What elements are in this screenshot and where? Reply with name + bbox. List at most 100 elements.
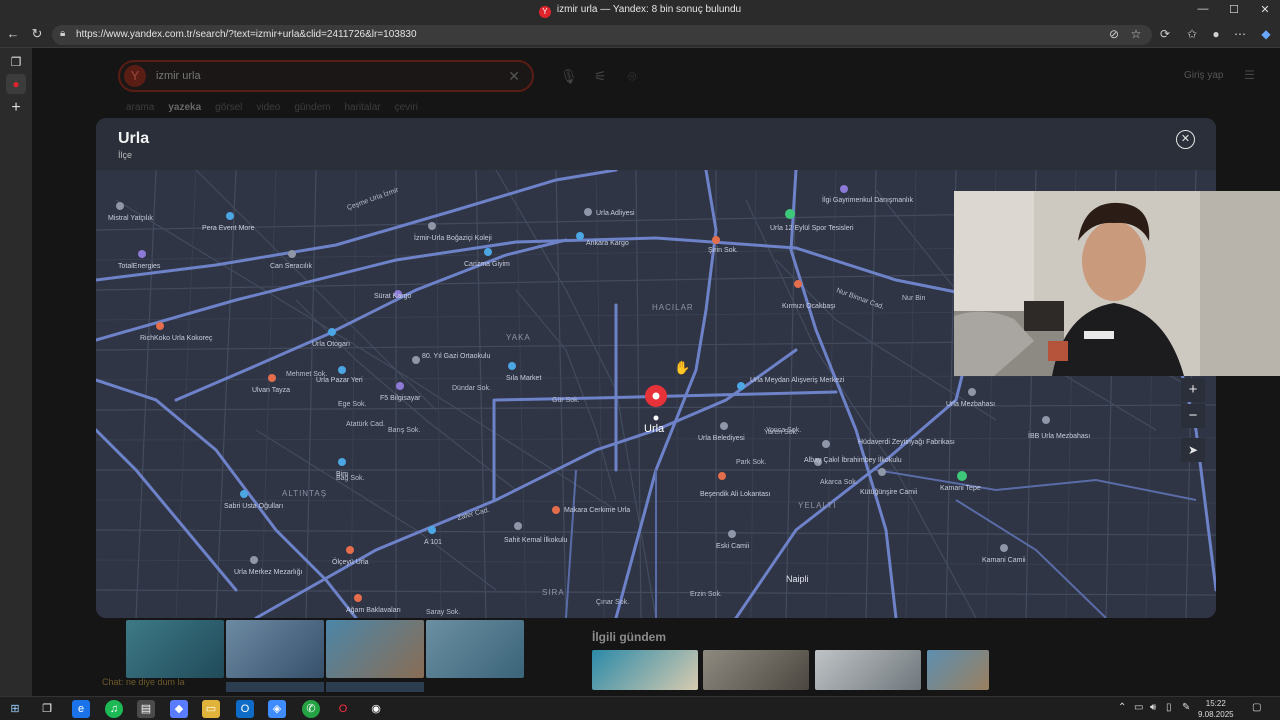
edge-browser-icon[interactable]: e — [72, 700, 90, 718]
gundem-title: İlgili gündem — [592, 630, 666, 644]
maximize-button[interactable]: ☐ — [1219, 3, 1249, 16]
network-icon[interactable]: ▭ — [1134, 702, 1143, 713]
news-thumbnail[interactable] — [703, 650, 809, 690]
urla-pin-marker: Urla — [644, 385, 667, 435]
whatsapp-icon[interactable]: ✆ — [302, 700, 320, 718]
opera-icon[interactable]: O — [334, 700, 352, 718]
back-icon[interactable]: ← — [4, 26, 22, 41]
battery-icon[interactable]: ▯ — [1166, 702, 1172, 713]
my-location-button[interactable]: ➤ — [1181, 438, 1205, 462]
road-label: Erzin Sok. — [690, 591, 722, 598]
reload-icon[interactable]: ↻ — [28, 26, 46, 42]
voice-search-icon[interactable]: 🎙︎ — [560, 68, 578, 85]
poi-label: Kütüğünşire Camii — [860, 489, 918, 496]
poi-label: Beşendik Ali Lokantası — [700, 491, 770, 498]
zoom-in-button[interactable]: + — [1181, 378, 1205, 402]
webcam-feed-image — [954, 191, 1280, 376]
tab-actions-icon[interactable]: ❐ — [6, 52, 26, 72]
tab-gundem[interactable]: gündem — [294, 102, 330, 113]
active-tab-yandex[interactable]: ● — [6, 74, 26, 94]
lock-icon: 🔒︎ — [60, 28, 66, 39]
road-label: Yonca Sok. — [766, 427, 801, 434]
store-icon[interactable]: ▤ — [137, 700, 155, 718]
road-label: Ege Sok. — [338, 401, 366, 408]
district-label: SIRA — [542, 588, 565, 597]
pen-icon[interactable]: ✎ — [1182, 702, 1190, 713]
close-modal-button[interactable]: ✕ — [1176, 130, 1195, 149]
clear-search-icon[interactable]: ✕ — [508, 68, 520, 85]
profile-avatar-icon[interactable]: ● — [1208, 27, 1224, 41]
search-query: izmir urla — [156, 70, 201, 82]
tab-video[interactable]: video — [256, 102, 280, 113]
poi-label: Sahit Kemal İlkokulu — [504, 535, 568, 544]
task-view-icon[interactable]: ❐ — [38, 700, 56, 718]
poi-label: Sıla Market — [506, 375, 541, 382]
close-window-button[interactable]: ✕ — [1250, 3, 1280, 16]
outlook-icon[interactable]: O — [236, 700, 254, 718]
poi-label: Urla Otogarı — [312, 341, 350, 348]
tab-haritalar[interactable]: haritalar — [344, 102, 380, 113]
extensions-icon[interactable]: ⟳ — [1157, 27, 1173, 41]
search-box[interactable]: Y izmir urla ✕ — [118, 60, 534, 92]
tray-overflow-icon[interactable]: ⌃ — [1118, 702, 1126, 713]
poi-label: TotalEnergies — [118, 263, 161, 270]
favorite-star-icon[interactable]: ☆ — [1128, 27, 1144, 41]
settings-sliders-icon[interactable]: ⚟ — [594, 68, 607, 85]
modal-subtitle: İlçe — [118, 150, 133, 160]
notifications-icon[interactable]: ▢ — [1252, 702, 1261, 713]
more-options-icon[interactable]: ⋯ — [1232, 27, 1248, 41]
app-icon[interactable]: ◈ — [268, 700, 286, 718]
obs-icon[interactable]: ◉ — [367, 700, 385, 718]
tab-arama[interactable]: arama — [126, 102, 154, 113]
road-label: Atatürk Cad. — [346, 421, 385, 428]
image-thumbnail[interactable] — [126, 620, 224, 678]
poi-label: Kırmızı Ocakbaşı — [782, 303, 836, 310]
poi-label: Urla 12 Eylül Spor Tesisleri — [770, 225, 854, 232]
district-label: HACILAR — [652, 303, 694, 312]
poi-label: Urla Adliyesi — [596, 210, 635, 217]
yandex-search-logo-icon: Y — [124, 65, 146, 87]
news-thumbnail[interactable] — [815, 650, 921, 690]
tab-yazeka[interactable]: yazeka — [168, 102, 201, 113]
clock[interactable]: 15:22 9.08.2025 — [1198, 698, 1234, 720]
copilot-app-icon[interactable]: ◆ — [170, 700, 188, 718]
chat-note: Chat: ne diye dum la — [102, 677, 185, 687]
road-label: Naipli — [786, 574, 809, 584]
image-thumbnail[interactable] — [226, 620, 324, 678]
poi-label: Mistral Yatçılık — [108, 215, 153, 222]
tab-ceviri[interactable]: çeviri — [395, 102, 418, 113]
news-thumbnail[interactable] — [592, 650, 698, 690]
image-thumbnail[interactable] — [326, 620, 424, 678]
district-label: YAKA — [506, 333, 531, 342]
modal-header: Urla İlçe ✕ — [96, 118, 1216, 170]
poi-label: Urla Mezbahası — [946, 401, 995, 408]
poi-label: Pera Event More — [202, 225, 255, 232]
menu-icon[interactable]: ☰ — [1244, 68, 1255, 82]
poi-label: Urla Meydan Alışveriş Merkezi — [750, 377, 845, 384]
login-link[interactable]: Giriş yap — [1184, 70, 1223, 81]
poi-label: Kamani Camii — [982, 557, 1026, 564]
url-field[interactable]: 🔒︎ https://www.yandex.com.tr/search/?tex… — [52, 25, 1152, 45]
start-windows-icon[interactable]: ⊞ — [6, 700, 24, 718]
spotify-icon[interactable]: ♫ — [105, 700, 123, 718]
poi-label: Carizma Giyim — [464, 261, 510, 268]
district-label: ALTINTAŞ — [282, 489, 327, 498]
new-tab-icon[interactable]: + — [6, 98, 26, 118]
tracking-icon[interactable]: ⊘ — [1106, 27, 1122, 41]
poi-label: Ölçeyü Urla — [332, 558, 369, 566]
zoom-out-button[interactable]: − — [1181, 404, 1205, 428]
file-explorer-icon[interactable]: ▭ — [202, 700, 220, 718]
copilot-icon[interactable]: ◆ — [1258, 27, 1274, 41]
poi-label: İBB Urla Mezbahası — [1028, 431, 1090, 440]
collections-icon[interactable]: ✩ — [1184, 27, 1200, 41]
news-thumbnail[interactable] — [927, 650, 989, 690]
road-label: Park Sok. — [736, 459, 766, 466]
poi-layer: Mistral Yatçılık Pera Event More TotalEn… — [108, 185, 1090, 614]
tab-gorsel[interactable]: görsel — [215, 102, 242, 113]
minimize-button[interactable]: — — [1188, 3, 1218, 15]
volume-icon[interactable]: 🔊︎ — [1150, 702, 1156, 713]
camera-search-icon[interactable]: ⌾ — [628, 68, 636, 85]
image-thumbnail[interactable] — [426, 620, 524, 678]
poi-label: Sabri Usta Oğulları — [224, 503, 283, 510]
poi-label: RichKoko Urla Kokoreç — [140, 335, 213, 342]
